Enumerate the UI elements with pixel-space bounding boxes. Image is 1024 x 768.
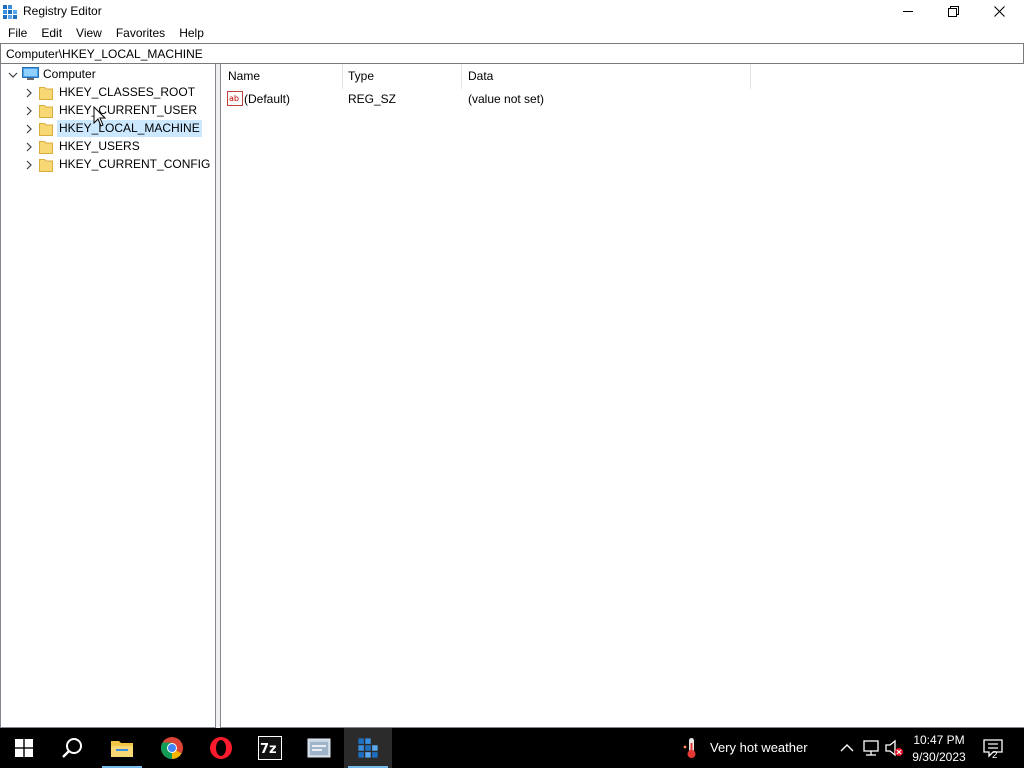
chevron-right-icon[interactable] (24, 106, 34, 116)
column-header-type[interactable]: Type (341, 64, 462, 89)
window-title: Registry Editor (23, 4, 102, 18)
address-path[interactable]: Computer\HKEY_LOCAL_MACHINE (6, 47, 203, 61)
clock-time[interactable]: 10:47 PM (904, 733, 974, 747)
app-window-icon (307, 738, 331, 758)
computer-icon (22, 67, 39, 80)
folder-icon (39, 123, 53, 136)
menu-file[interactable]: File (1, 24, 34, 42)
folder-icon (39, 105, 53, 118)
tree-item-hkey-users[interactable]: HKEY_USERS (57, 138, 142, 155)
taskbar-registry-tool[interactable] (295, 728, 343, 768)
values-list[interactable]: Name Type Data ab (Default) REG_SZ (valu… (220, 64, 1024, 728)
taskbar: 7z Very hot weather 10:47 PM 9/30/2023 2 (0, 728, 1024, 768)
search-icon (62, 738, 82, 758)
tree-item-hkey-current-config[interactable]: HKEY_CURRENT_CONFIG (57, 156, 212, 173)
chevron-right-icon[interactable] (24, 160, 34, 170)
weather-label[interactable]: Very hot weather (710, 740, 808, 755)
registry-editor-icon (358, 738, 378, 758)
key-tree[interactable]: Computer HKEY_CLASSES_ROOT HKEY_CURRENT_… (0, 64, 216, 728)
taskbar-file-explorer[interactable] (98, 728, 146, 768)
tree-item-hkey-classes-root[interactable]: HKEY_CLASSES_ROOT (57, 84, 197, 101)
volume-muted-icon[interactable] (884, 738, 904, 758)
value-name: (Default) (244, 92, 291, 106)
title-bar[interactable]: Registry Editor (0, 0, 1024, 23)
restore-button[interactable] (930, 0, 976, 22)
value-type: REG_SZ (348, 92, 397, 106)
7zip-icon: 7z (258, 736, 282, 760)
tree-item-computer[interactable]: Computer (41, 66, 98, 83)
taskbar-opera[interactable] (197, 728, 245, 768)
restore-icon (947, 5, 959, 17)
folder-icon (39, 159, 53, 172)
search-button[interactable] (48, 728, 96, 768)
address-bar[interactable]: Computer\HKEY_LOCAL_MACHINE (0, 43, 1024, 64)
string-value-icon: ab (227, 91, 243, 106)
registry-editor-icon (3, 5, 17, 19)
notification-count-badge: 2 (992, 750, 998, 761)
value-data: (value not set) (468, 92, 545, 106)
start-button[interactable] (0, 728, 48, 768)
opera-icon (210, 737, 232, 759)
column-header-data[interactable]: Data (461, 64, 751, 89)
menu-bar: File Edit View Favorites Help (0, 23, 1024, 42)
menu-favorites[interactable]: Favorites (109, 24, 172, 42)
minimize-button[interactable] (885, 0, 931, 22)
tree-item-hkey-local-machine[interactable]: HKEY_LOCAL_MACHINE (57, 120, 202, 137)
mouse-cursor-icon (93, 106, 107, 127)
windows-logo-icon (15, 739, 33, 757)
taskbar-7zip[interactable]: 7z (246, 728, 294, 768)
chevron-right-icon[interactable] (24, 142, 34, 152)
svg-text:7z: 7z (260, 742, 277, 757)
close-icon (993, 5, 1005, 17)
network-icon[interactable] (861, 738, 881, 758)
list-header: Name Type Data (221, 64, 1023, 89)
close-button[interactable] (976, 0, 1022, 22)
taskbar-registry-editor[interactable] (344, 728, 392, 768)
chevron-right-icon[interactable] (24, 88, 34, 98)
folder-icon (111, 741, 133, 757)
minimize-icon (903, 11, 913, 12)
thermometer-icon[interactable] (682, 737, 700, 759)
chevron-down-icon[interactable] (8, 70, 18, 80)
taskbar-chrome[interactable] (148, 728, 196, 768)
svg-text:ab: ab (229, 94, 239, 103)
chevron-up-icon[interactable] (837, 738, 857, 758)
menu-view[interactable]: View (69, 24, 109, 42)
folder-icon (39, 141, 53, 154)
chrome-icon (161, 737, 183, 759)
tree-item-hkey-current-user[interactable]: HKEY_CURRENT_USER (57, 102, 199, 119)
folder-icon (39, 87, 53, 100)
menu-help[interactable]: Help (172, 24, 211, 42)
clock-date[interactable]: 9/30/2023 (904, 750, 974, 764)
menu-edit[interactable]: Edit (34, 24, 69, 42)
chevron-right-icon[interactable] (24, 124, 34, 134)
value-row[interactable]: ab (Default) REG_SZ (value not set) (221, 90, 761, 108)
column-header-name[interactable]: Name (221, 64, 343, 89)
